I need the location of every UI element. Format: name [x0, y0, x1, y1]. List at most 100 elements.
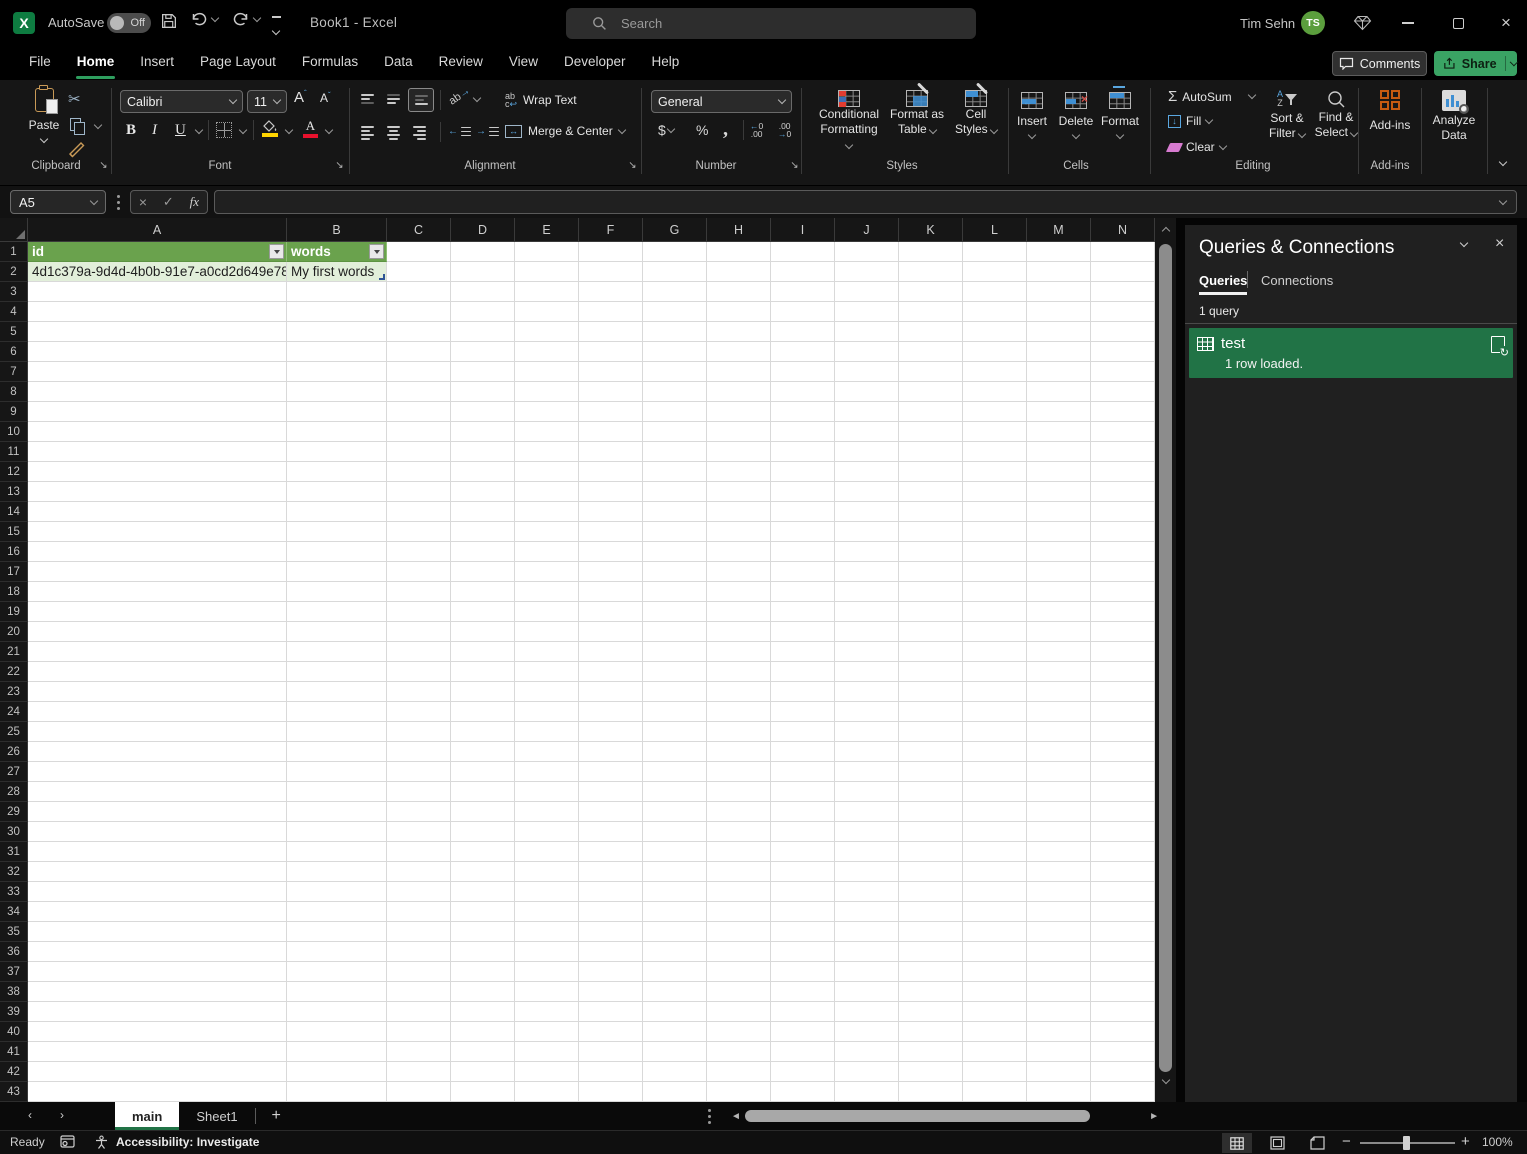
decrease-decimal-button[interactable]: .00 →0 — [778, 122, 791, 139]
middle-align-button[interactable] — [387, 94, 400, 104]
addins-button[interactable]: Add-ins — [1364, 90, 1416, 132]
cell-C42[interactable] — [387, 1062, 451, 1082]
search-input[interactable]: Search — [566, 8, 976, 39]
cell-E2[interactable] — [515, 262, 579, 282]
cell-C37[interactable] — [387, 962, 451, 982]
cell-D4[interactable] — [451, 302, 515, 322]
cell-H40[interactable] — [707, 1022, 771, 1042]
formula-bar-grip[interactable] — [117, 195, 120, 198]
cell-J28[interactable] — [835, 782, 899, 802]
cell-M27[interactable] — [1027, 762, 1091, 782]
cell-C10[interactable] — [387, 422, 451, 442]
cell-M16[interactable] — [1027, 542, 1091, 562]
cell-H19[interactable] — [707, 602, 771, 622]
formula-bar-expand-chevron[interactable] — [1498, 196, 1508, 205]
cell-M41[interactable] — [1027, 1042, 1091, 1062]
table-resize-handle[interactable] — [379, 274, 385, 280]
cell-F40[interactable] — [579, 1022, 643, 1042]
cell-K5[interactable] — [899, 322, 963, 342]
cell-A25[interactable] — [28, 722, 287, 742]
cell-A12[interactable] — [28, 462, 287, 482]
cell-C27[interactable] — [387, 762, 451, 782]
cell-C24[interactable] — [387, 702, 451, 722]
cell-C1[interactable] — [387, 242, 451, 262]
avatar[interactable]: TS — [1301, 11, 1325, 35]
cell-H21[interactable] — [707, 642, 771, 662]
cell-N39[interactable] — [1091, 1002, 1155, 1022]
tab-connections[interactable]: Connections — [1261, 273, 1333, 288]
cell-D33[interactable] — [451, 882, 515, 902]
cell-C6[interactable] — [387, 342, 451, 362]
cell-A20[interactable] — [28, 622, 287, 642]
page-break-view-button[interactable] — [1302, 1133, 1332, 1153]
cell-E28[interactable] — [515, 782, 579, 802]
cell-N25[interactable] — [1091, 722, 1155, 742]
cell-B41[interactable] — [287, 1042, 387, 1062]
cell-A28[interactable] — [28, 782, 287, 802]
cell-K29[interactable] — [899, 802, 963, 822]
cell-L8[interactable] — [963, 382, 1027, 402]
row-header-17[interactable]: 17 — [0, 562, 28, 582]
scroll-down-arrow[interactable] — [1155, 1072, 1176, 1090]
cell-M20[interactable] — [1027, 622, 1091, 642]
cell-I12[interactable] — [771, 462, 835, 482]
cell-E39[interactable] — [515, 1002, 579, 1022]
cell-B27[interactable] — [287, 762, 387, 782]
cell-D7[interactable] — [451, 362, 515, 382]
row-header-38[interactable]: 38 — [0, 982, 28, 1002]
cell-A15[interactable] — [28, 522, 287, 542]
cell-I19[interactable] — [771, 602, 835, 622]
cell-K16[interactable] — [899, 542, 963, 562]
cell-F35[interactable] — [579, 922, 643, 942]
row-header-4[interactable]: 4 — [0, 302, 28, 322]
cell-E5[interactable] — [515, 322, 579, 342]
cell-E31[interactable] — [515, 842, 579, 862]
cell-N32[interactable] — [1091, 862, 1155, 882]
cell-D23[interactable] — [451, 682, 515, 702]
cell-F42[interactable] — [579, 1062, 643, 1082]
cell-J33[interactable] — [835, 882, 899, 902]
sheet-tab-sheet1[interactable]: Sheet1 — [179, 1102, 254, 1130]
cell-I25[interactable] — [771, 722, 835, 742]
cell-G11[interactable] — [643, 442, 707, 462]
cell-B1[interactable]: words — [287, 242, 387, 262]
accessibility-status[interactable]: Accessibility: Investigate — [116, 1135, 259, 1149]
row-header-36[interactable]: 36 — [0, 942, 28, 962]
cell-C25[interactable] — [387, 722, 451, 742]
cell-B16[interactable] — [287, 542, 387, 562]
cell-D10[interactable] — [451, 422, 515, 442]
cell-M35[interactable] — [1027, 922, 1091, 942]
cell-L29[interactable] — [963, 802, 1027, 822]
cell-styles-button[interactable]: Cell Styles — [950, 82, 1002, 137]
cell-K32[interactable] — [899, 862, 963, 882]
cell-C14[interactable] — [387, 502, 451, 522]
cell-H16[interactable] — [707, 542, 771, 562]
cell-J35[interactable] — [835, 922, 899, 942]
cell-L24[interactable] — [963, 702, 1027, 722]
cell-C31[interactable] — [387, 842, 451, 862]
cell-K28[interactable] — [899, 782, 963, 802]
cell-F3[interactable] — [579, 282, 643, 302]
cell-I24[interactable] — [771, 702, 835, 722]
cell-A6[interactable] — [28, 342, 287, 362]
cell-I9[interactable] — [771, 402, 835, 422]
row-header-34[interactable]: 34 — [0, 902, 28, 922]
cell-D20[interactable] — [451, 622, 515, 642]
sheet-nav-right-icon[interactable]: › — [60, 1108, 64, 1122]
cell-M40[interactable] — [1027, 1022, 1091, 1042]
column-header-A[interactable]: A — [28, 218, 287, 242]
cell-B4[interactable] — [287, 302, 387, 322]
cell-J34[interactable] — [835, 902, 899, 922]
decrease-font-size-button[interactable]: Aˇ — [320, 91, 331, 105]
cell-H22[interactable] — [707, 662, 771, 682]
cell-K15[interactable] — [899, 522, 963, 542]
cell-N24[interactable] — [1091, 702, 1155, 722]
cell-E19[interactable] — [515, 602, 579, 622]
cell-N14[interactable] — [1091, 502, 1155, 522]
cell-E25[interactable] — [515, 722, 579, 742]
cell-E4[interactable] — [515, 302, 579, 322]
cell-C28[interactable] — [387, 782, 451, 802]
cell-A33[interactable] — [28, 882, 287, 902]
cell-L21[interactable] — [963, 642, 1027, 662]
cell-K21[interactable] — [899, 642, 963, 662]
